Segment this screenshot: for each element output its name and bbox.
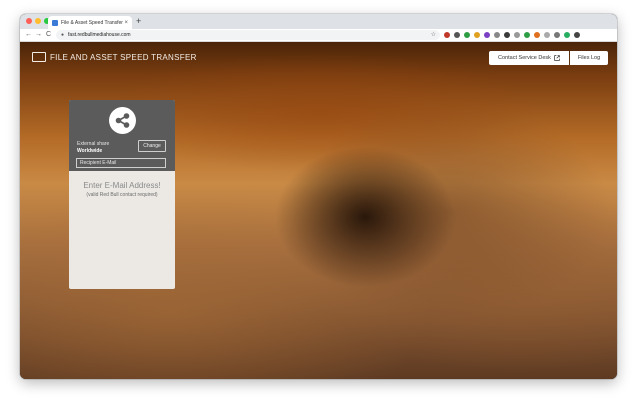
brand-logo[interactable]: FILE AND ASSET SPEED TRANSFER xyxy=(32,52,197,62)
enter-email-prompt: Enter E-Mail Address! xyxy=(83,181,161,190)
browser-extension-icon[interactable] xyxy=(554,32,560,38)
close-tab-icon[interactable]: × xyxy=(124,20,128,26)
site-favicon-icon xyxy=(52,19,58,26)
address-bar[interactable]: ● fast.redbullmediahouse.com ☆ xyxy=(56,30,440,40)
browser-extension-icon[interactable] xyxy=(514,32,520,38)
forward-button[interactable]: → xyxy=(35,30,42,40)
window-controls xyxy=(26,18,50,24)
reload-button[interactable]: C xyxy=(46,30,51,40)
lock-icon: ● xyxy=(61,32,65,38)
contact-service-desk-button[interactable]: Contact Service Desk xyxy=(489,51,569,65)
browser-extension-icon[interactable] xyxy=(464,32,470,38)
page-content: FILE AND ASSET SPEED TRANSFER Contact Se… xyxy=(20,42,617,379)
browser-extension-icon[interactable] xyxy=(454,32,460,38)
browser-extension-icon[interactable] xyxy=(524,32,530,38)
tab-strip: File & Asset Speed Transfer × + xyxy=(20,14,617,29)
tab-title: File & Asset Speed Transfer xyxy=(61,19,123,26)
browser-extension-icon[interactable] xyxy=(534,32,540,38)
share-panel-header: External share Worldwide Change xyxy=(69,100,175,171)
browser-extension-icon[interactable] xyxy=(504,32,510,38)
browser-extension-icon[interactable] xyxy=(474,32,480,38)
share-panel: External share Worldwide Change Enter E-… xyxy=(69,100,175,289)
brand-title: FILE AND ASSET SPEED TRANSFER xyxy=(50,52,197,62)
bookmark-star-icon[interactable]: ☆ xyxy=(431,31,436,38)
files-log-label: Files Log xyxy=(577,55,601,61)
url-text: fast.redbullmediahouse.com xyxy=(68,32,131,38)
external-link-icon xyxy=(554,55,560,61)
recipient-email-input[interactable] xyxy=(76,158,166,168)
browser-extension-icon[interactable] xyxy=(574,32,580,38)
valid-contact-note: (valid Red Bull contact required) xyxy=(86,192,158,198)
transfer-logo-icon xyxy=(32,52,46,62)
contact-service-desk-label: Contact Service Desk xyxy=(498,55,551,61)
browser-extension-icon[interactable] xyxy=(444,32,450,38)
browser-window: File & Asset Speed Transfer × + ← → C ● … xyxy=(20,14,617,379)
new-tab-button[interactable]: + xyxy=(136,16,141,27)
browser-extension-icon[interactable] xyxy=(494,32,500,38)
files-log-button[interactable]: Files Log xyxy=(570,51,608,65)
share-icon xyxy=(109,107,136,134)
browser-toolbar: ← → C ● fast.redbullmediahouse.com ☆ xyxy=(20,29,617,42)
browser-extension-icon[interactable] xyxy=(484,32,490,38)
change-scope-button[interactable]: Change xyxy=(138,140,166,152)
back-button[interactable]: ← xyxy=(25,30,32,40)
minimize-window-button[interactable] xyxy=(35,18,41,24)
browser-extension-icon[interactable] xyxy=(544,32,550,38)
browser-extension-icon[interactable] xyxy=(564,32,570,38)
share-scope-label: External share xyxy=(77,141,110,147)
share-scope-value: Worldwide xyxy=(77,148,103,154)
browser-tab[interactable]: File & Asset Speed Transfer × xyxy=(48,16,132,29)
close-window-button[interactable] xyxy=(26,18,32,24)
